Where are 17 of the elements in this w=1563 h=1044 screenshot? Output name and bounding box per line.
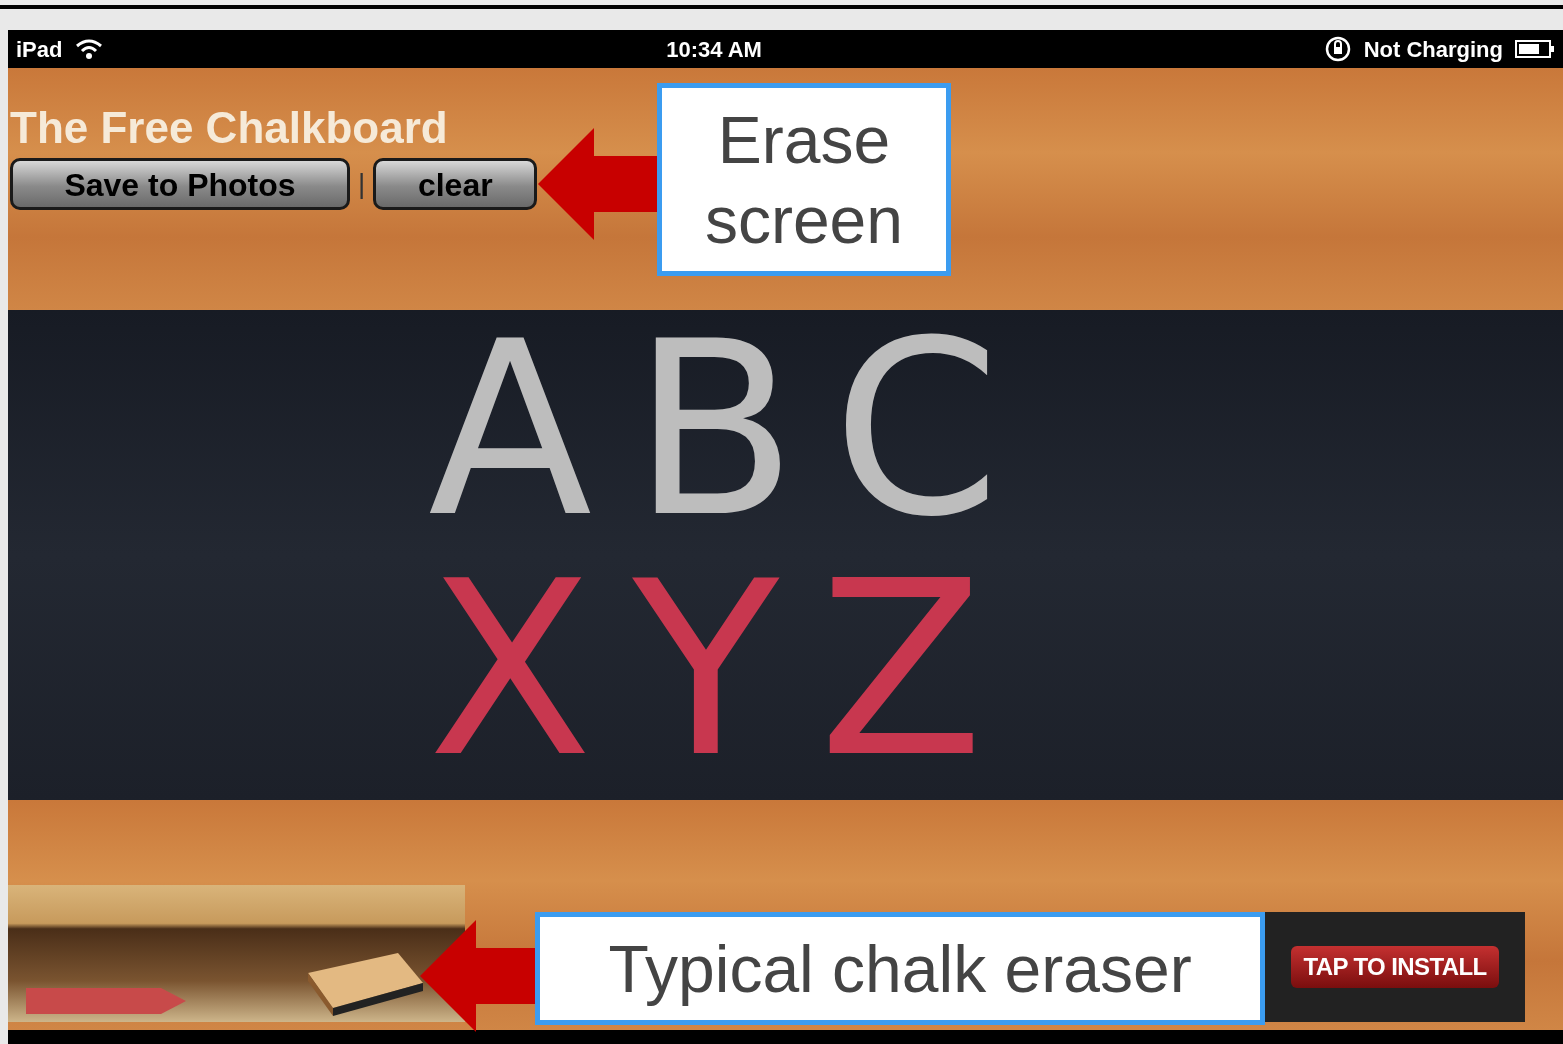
charging-status: Not Charging	[1363, 35, 1503, 64]
clock-time: 10:34 AM	[666, 35, 762, 64]
button-separator: |	[358, 167, 366, 201]
battery-icon	[1515, 39, 1555, 59]
chalk-writing: XYZ	[428, 550, 1024, 790]
device-name: iPad	[16, 35, 63, 64]
app-title: The Free Chalkboard	[10, 106, 448, 150]
chalk-stick-icon	[26, 988, 186, 1014]
tap-to-install-button[interactable]: TAP TO INSTALL	[1291, 946, 1499, 988]
save-to-photos-button[interactable]: Save to Photos	[10, 158, 350, 210]
clear-button[interactable]: clear	[373, 158, 538, 210]
arrow-icon	[538, 128, 658, 240]
annotation-text: Typical chalk eraser	[608, 930, 1192, 1008]
chalk-writing: ABC	[428, 310, 1041, 550]
annotation-text: Erase screen	[703, 101, 905, 259]
rotation-lock-icon	[1323, 35, 1352, 63]
arrow-icon	[420, 920, 538, 1032]
